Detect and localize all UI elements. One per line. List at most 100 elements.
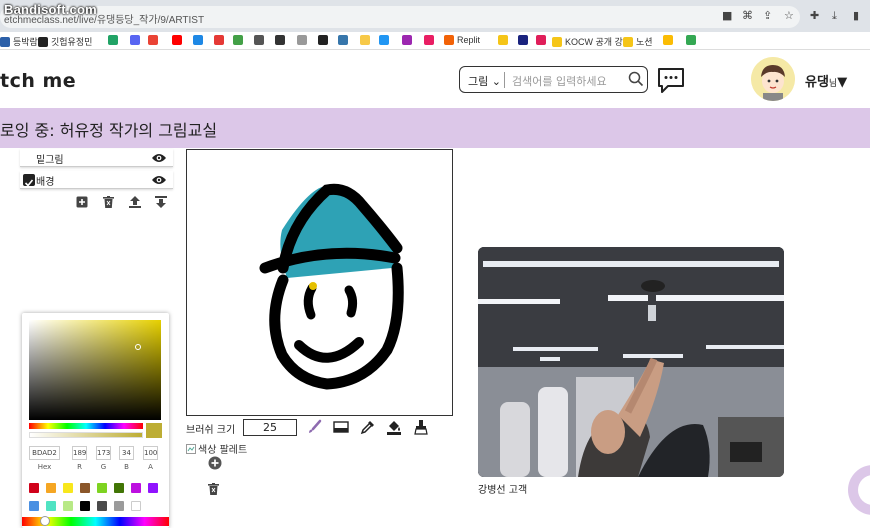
bookmark-item[interactable] xyxy=(498,35,508,45)
color-swatch[interactable] xyxy=(131,483,141,493)
color-swatch[interactable] xyxy=(29,501,39,511)
color-swatch[interactable] xyxy=(80,501,90,511)
r-field[interactable]: 189 xyxy=(72,446,87,460)
bookmark-favicon-icon xyxy=(214,35,224,45)
bookmark-favicon-icon xyxy=(686,35,696,45)
color-swatch[interactable] xyxy=(63,483,73,493)
download-icon[interactable]: ⤓ xyxy=(832,9,837,23)
color-swatch[interactable] xyxy=(97,501,107,511)
translate-icon[interactable]: ⌘ xyxy=(742,9,753,22)
user-menu[interactable]: 유댕님▼ xyxy=(805,71,847,90)
color-swatch[interactable] xyxy=(114,483,124,493)
eye-icon[interactable] xyxy=(151,152,167,164)
color-swatch[interactable] xyxy=(29,483,39,493)
hue-slider[interactable] xyxy=(29,423,143,429)
bookmark-item[interactable] xyxy=(108,35,118,45)
bookmark-item[interactable] xyxy=(338,35,348,45)
bookmark-favicon-icon xyxy=(623,36,633,47)
site-logo[interactable]: tch me xyxy=(0,70,76,92)
bookmark-item[interactable] xyxy=(172,35,182,45)
color-swatch[interactable] xyxy=(46,501,56,511)
bookmark-item[interactable] xyxy=(402,35,412,45)
move-layer-up-icon[interactable] xyxy=(129,193,141,212)
brush-size-input[interactable]: 25 xyxy=(243,419,297,436)
bookmark-item[interactable] xyxy=(686,35,696,45)
eye-icon[interactable] xyxy=(151,174,167,186)
bookmarks-bar: 등박람회 깃헙유정민 Replit KOCW 공개 강의 노션 xyxy=(0,32,870,50)
webcam-video xyxy=(478,247,784,477)
add-layer-icon[interactable] xyxy=(76,193,88,212)
bookmark-item[interactable]: 노션 xyxy=(623,35,653,48)
hue-bar-handle[interactable] xyxy=(40,516,50,526)
bookmark-item[interactable] xyxy=(297,35,307,45)
color-palette-image: 색상 팔레트 xyxy=(186,441,247,456)
bookmark-item[interactable]: 깃헙유정민 xyxy=(38,35,92,48)
bookmark-item[interactable] xyxy=(148,35,158,45)
trash-icon[interactable] xyxy=(208,483,219,495)
bookmark-item[interactable] xyxy=(379,35,389,45)
color-swatch[interactable] xyxy=(148,483,158,493)
bookmark-item[interactable] xyxy=(663,35,673,45)
floating-action-button[interactable] xyxy=(848,465,870,515)
b-field[interactable]: 34 xyxy=(119,446,134,460)
extensions-icon[interactable]: ✚ xyxy=(810,9,819,22)
search-category-select[interactable]: 그림 ⌄ xyxy=(468,73,501,89)
color-swatch[interactable] xyxy=(131,501,141,511)
share-icon[interactable]: ⇪ xyxy=(763,9,772,22)
bookmark-item[interactable]: Replit xyxy=(444,35,480,45)
search-input[interactable]: 검색어를 입력하세요 xyxy=(512,73,607,89)
color-saturation-handle[interactable] xyxy=(135,344,141,350)
g-field[interactable]: 173 xyxy=(96,446,111,460)
layer-item-background[interactable]: 배경 xyxy=(20,171,173,189)
bookmark-item[interactable] xyxy=(130,35,140,45)
layer-item-sketch[interactable]: 밑그림 xyxy=(20,149,173,167)
bookmark-star-icon[interactable]: ☆ xyxy=(784,9,794,22)
drawing-status-text: 로잉 중: 허유정 작가의 그림교실 xyxy=(0,121,218,140)
bookmark-favicon-icon xyxy=(402,35,412,45)
brush-icon[interactable] xyxy=(306,419,322,439)
bookmark-label: 깃헙유정민 xyxy=(51,37,93,47)
color-swatch[interactable] xyxy=(63,501,73,511)
sidepanel-icon[interactable]: ▮ xyxy=(853,9,859,22)
avatar[interactable] xyxy=(751,57,795,101)
current-color-swatch xyxy=(146,423,162,438)
bookmark-item[interactable] xyxy=(193,35,203,45)
user-name: 유댕 xyxy=(805,75,829,90)
hex-field[interactable]: BDAD2 xyxy=(29,446,60,460)
color-saturation-area[interactable] xyxy=(29,320,161,420)
drawing-canvas[interactable] xyxy=(186,149,453,416)
delete-layer-icon[interactable] xyxy=(103,193,114,212)
color-swatch[interactable] xyxy=(80,483,90,493)
layer-label: 밑그림 xyxy=(36,155,64,166)
r-label: R xyxy=(77,463,82,471)
bookmark-item[interactable] xyxy=(254,35,264,45)
eyedropper-icon[interactable] xyxy=(360,419,376,439)
search-category-value: 그림 xyxy=(468,75,489,88)
a-field[interactable]: 100 xyxy=(143,446,158,460)
bookmark-favicon-icon xyxy=(275,35,285,45)
bookmark-item[interactable] xyxy=(318,35,328,45)
chat-icon[interactable] xyxy=(656,66,686,94)
move-layer-down-icon[interactable] xyxy=(155,193,167,212)
video-caption: 강병선 고객 xyxy=(478,485,528,496)
camera-icon[interactable]: ■ xyxy=(722,9,732,22)
bookmark-favicon-icon xyxy=(536,35,546,45)
bookmark-item[interactable] xyxy=(275,35,285,45)
bookmark-item[interactable] xyxy=(536,35,546,45)
bookmark-item[interactable] xyxy=(518,35,528,45)
eraser-icon[interactable] xyxy=(413,419,429,439)
bookmark-item[interactable] xyxy=(360,35,370,45)
bookmark-item[interactable] xyxy=(424,35,434,45)
color-swatch[interactable] xyxy=(46,483,56,493)
alpha-slider[interactable] xyxy=(29,432,143,438)
bookmark-item[interactable]: KOCW 공개 강의 xyxy=(552,35,631,48)
bookmark-item[interactable] xyxy=(214,35,224,45)
fill-rectangle-icon[interactable] xyxy=(333,419,349,439)
color-swatch[interactable] xyxy=(114,501,124,511)
paint-bucket-icon[interactable] xyxy=(386,419,402,439)
layer-checkbox[interactable] xyxy=(23,174,35,187)
add-color-icon[interactable] xyxy=(208,456,222,470)
search-icon[interactable] xyxy=(628,71,644,87)
bookmark-item[interactable] xyxy=(233,35,243,45)
color-swatch[interactable] xyxy=(97,483,107,493)
